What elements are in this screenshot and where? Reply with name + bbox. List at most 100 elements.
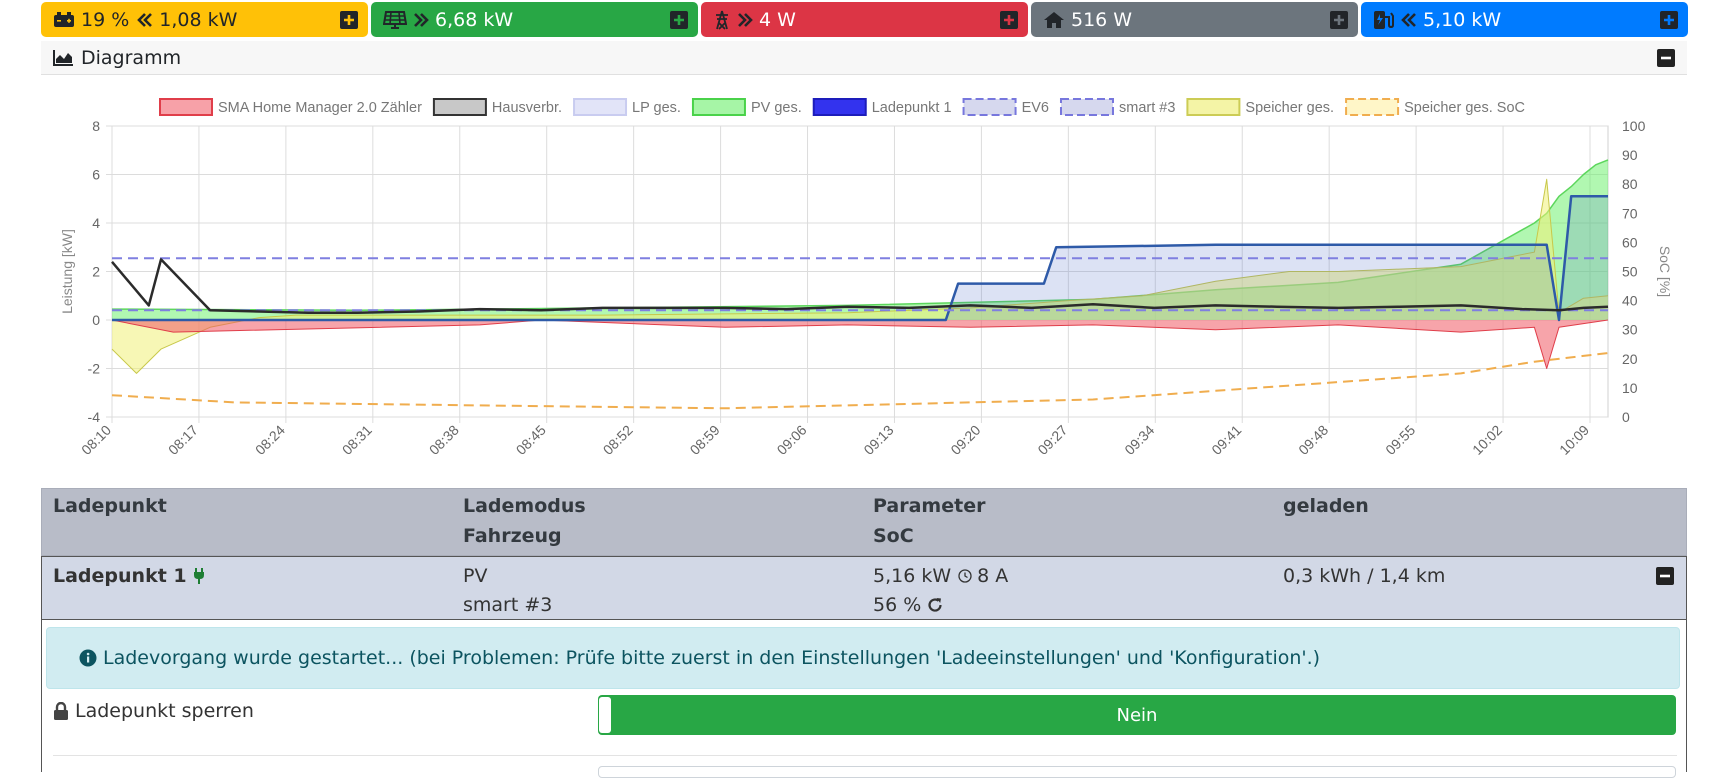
y2-tick-label: 60 — [1622, 234, 1638, 250]
diagram-header: Diagramm — [41, 41, 1687, 75]
legend-label-speicher-ges: Speicher ges. — [1245, 100, 1334, 116]
x-tick-label: 08:31 — [339, 422, 375, 458]
plug-icon — [193, 568, 205, 584]
lock-icon — [53, 702, 69, 720]
col-lademodus: Lademodus — [463, 495, 586, 517]
y2-tick-label: 30 — [1622, 322, 1638, 338]
col-soc: SoC — [873, 525, 914, 547]
x-tick-label: 09:06 — [774, 422, 810, 458]
x-tick-label: 09:27 — [1034, 422, 1070, 458]
x-tick-label: 09:48 — [1295, 422, 1331, 458]
legend-swatch-speicher-ges-soc — [1345, 98, 1400, 116]
charged-value: 0,3 kWh / 1,4 km — [1283, 565, 1446, 587]
y2-tick-label: 40 — [1622, 293, 1638, 309]
chargepoint-row[interactable]: Ladepunkt 1 PV smart #3 5,16 kW 8 A 56 %… — [41, 556, 1687, 620]
power-pylon-icon — [713, 10, 731, 30]
vehicle-name[interactable]: smart #3 — [463, 594, 552, 616]
y-tick-label: -2 — [88, 361, 101, 377]
grid-tile[interactable]: 4 W — [701, 2, 1028, 37]
collapse-chargepoint-button[interactable] — [1656, 567, 1674, 585]
expand-charge-button[interactable] — [1660, 10, 1678, 29]
y-tick-label: 2 — [92, 264, 100, 280]
battery-soc: 19 % — [81, 8, 130, 31]
divider — [53, 755, 1677, 756]
expand-grid-button[interactable] — [1000, 10, 1018, 29]
y2-tick-label: 20 — [1622, 351, 1638, 367]
x-tick-label: 10:02 — [1469, 422, 1505, 458]
clock-icon — [958, 569, 972, 583]
collapse-diagram-button[interactable] — [1657, 48, 1675, 67]
legend-swatch-sma-home-manager-2-0-z-hler — [159, 98, 213, 116]
charge-mode[interactable]: PV — [463, 565, 487, 587]
battery-power: 1,08 kW — [159, 8, 238, 31]
x-tick-label: 09:41 — [1208, 422, 1244, 458]
y2-tick-label: 70 — [1622, 205, 1638, 221]
grid-power: 4 W — [759, 8, 796, 31]
battery-tile[interactable]: 19 % 1,08 kW — [41, 2, 368, 37]
chevrons-right-icon — [737, 12, 753, 27]
refresh-icon[interactable] — [927, 597, 943, 613]
x-tick-label: 09:55 — [1382, 422, 1418, 458]
soc-value: 56 % — [873, 594, 922, 616]
charge-power: 5,10 kW — [1423, 8, 1502, 31]
x-tick-label: 09:34 — [1121, 422, 1157, 458]
legend-label-smart-3: smart #3 — [1119, 100, 1175, 116]
legend-label-lp-ges: LP ges. — [632, 100, 681, 116]
legend-swatch-ladepunkt-1 — [812, 98, 867, 116]
charging-station-icon — [1373, 10, 1395, 30]
x-tick-label: 08:45 — [513, 422, 549, 458]
x-tick-label: 08:10 — [78, 422, 114, 458]
legend-label-ladepunkt-1: Ladepunkt 1 — [872, 100, 952, 116]
legend-label-speicher-ges-soc: Speicher ges. SoC — [1404, 100, 1525, 116]
y-tick-label: 0 — [92, 312, 100, 328]
charge-tile[interactable]: 5,10 kW — [1361, 2, 1688, 37]
diagram-title: Diagramm — [81, 46, 182, 69]
col-geladen: geladen — [1283, 495, 1369, 517]
col-ladepunkt: Ladepunkt — [53, 495, 167, 517]
x-tick-label: 09:13 — [860, 422, 896, 458]
info-circle-icon — [79, 649, 97, 667]
y2-tick-label: 0 — [1622, 409, 1630, 425]
expand-house-button[interactable] — [1330, 10, 1348, 29]
x-tick-label: 08:59 — [687, 422, 723, 458]
y-tick-label: -4 — [88, 409, 101, 425]
chevrons-left-icon — [137, 12, 153, 27]
y-tick-label: 6 — [92, 167, 100, 183]
next-input[interactable] — [598, 766, 1676, 778]
expand-pv-button[interactable] — [670, 10, 688, 29]
power-chart: 86420-2-4100908070605040302010008:10 08:1… — [59, 98, 1673, 458]
lock-label-row: Ladepunkt sperren — [53, 700, 254, 722]
col-parameter: Parameter — [873, 495, 986, 517]
legend-swatch-smart-3 — [1059, 98, 1114, 116]
chargepoint-name-cell: Ladepunkt 1 — [53, 565, 205, 587]
expand-battery-button[interactable] — [340, 10, 358, 29]
chevrons-right-icon — [413, 12, 429, 27]
y-tick-label: 8 — [92, 118, 100, 134]
y2-tick-label: 80 — [1622, 176, 1638, 192]
y2-tick-label: 50 — [1622, 264, 1638, 280]
legend-swatch-ev6 — [962, 98, 1017, 116]
lock-toggle-button[interactable]: Nein — [598, 695, 1676, 735]
legend-label-ev6: EV6 — [1022, 100, 1049, 116]
house-power: 516 W — [1071, 8, 1133, 31]
legend-label-hausverbr: Hausverbr. — [492, 100, 562, 116]
chart-area-icon — [53, 49, 73, 66]
toggle-knob — [599, 697, 611, 733]
legend-swatch-pv-ges — [691, 98, 746, 116]
x-tick-label: 08:17 — [165, 422, 201, 458]
y-tick-label: 4 — [92, 215, 100, 231]
power-parameter: 5,16 kW 8 A — [873, 565, 1008, 587]
info-alert: Ladevorgang wurde gestartet... (bei Prob… — [46, 627, 1680, 689]
legend-swatch-hausverbr — [432, 98, 487, 116]
series-line-speicher-ges-soc — [111, 352, 1609, 410]
house-tile[interactable]: 516 W — [1031, 2, 1358, 37]
battery-icon — [53, 11, 75, 28]
lock-value: Nein — [1116, 704, 1158, 726]
pv-tile[interactable]: 6,68 kW — [371, 2, 698, 37]
legend-label-sma-home-manager-2-0-z-hler: SMA Home Manager 2.0 Zähler — [218, 100, 422, 116]
y2-tick-label: 100 — [1622, 118, 1646, 134]
solar-panel-icon — [383, 10, 407, 29]
x-tick-label: 09:20 — [947, 422, 983, 458]
x-tick-label: 08:52 — [600, 422, 636, 458]
alert-text: Ladevorgang wurde gestartet... (bei Prob… — [103, 647, 1321, 669]
